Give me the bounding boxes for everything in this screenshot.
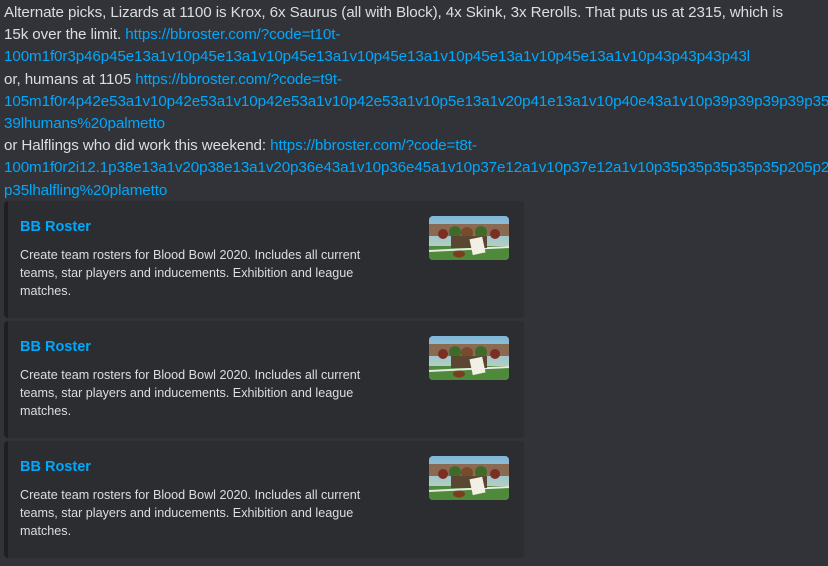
message-line-9: p35lhalfling%20plametto bbox=[4, 180, 824, 202]
message-line-2: 15k over the limit. https://bbroster.com… bbox=[4, 24, 824, 46]
bbroster-link-humans-end[interactable]: 39lhumans%20palmetto bbox=[4, 115, 165, 132]
bbroster-link-humans-cont[interactable]: 105m1f0r4p42e53a1v10p42e53a1v10p42e53a1v… bbox=[4, 93, 828, 110]
message-text: 15k over the limit. bbox=[4, 26, 126, 44]
link-embed: BB Roster Create team rosters for Blood … bbox=[4, 201, 524, 318]
message-line-3: 100m1f0r3p46p45e13a1v10p45e13a1v10p45e13… bbox=[4, 46, 824, 68]
bbroster-link-halflings-end[interactable]: p35lhalfling%20plametto bbox=[4, 182, 167, 199]
link-embed: BB Roster Create team rosters for Blood … bbox=[4, 441, 524, 558]
embed-description: Create team rosters for Blood Bowl 2020.… bbox=[20, 488, 361, 538]
message-line-8: 100m1f0r2i12.1p38e13a1v20p38e13a1v20p36e… bbox=[4, 157, 828, 179]
link-embed: BB Roster Create team rosters for Blood … bbox=[4, 321, 524, 438]
embed-title[interactable]: BB Roster bbox=[20, 458, 91, 476]
chat-message: Alternate picks, Lizards at 1100 is Krox… bbox=[4, 2, 828, 202]
bbroster-link-humans[interactable]: https://bbroster.com/?code=t9t- bbox=[135, 71, 342, 88]
message-line-5: 105m1f0r4p42e53a1v10p42e53a1v10p42e53a1v… bbox=[4, 91, 828, 113]
message-line-1: Alternate picks, Lizards at 1100 is Krox… bbox=[4, 4, 784, 21]
message-text: or Halflings who did work this weekend: bbox=[4, 137, 271, 155]
message-line-4: or, humans at 1105 https://bbroster.com/… bbox=[4, 69, 824, 91]
bbroster-link-halflings-cont[interactable]: 100m1f0r2i12.1p38e13a1v20p38e13a1v20p36e… bbox=[4, 159, 828, 176]
message-line-7: or Halflings who did work this weekend: … bbox=[4, 135, 824, 157]
embed-title[interactable]: BB Roster bbox=[20, 218, 91, 236]
bbroster-link-halflings[interactable]: https://bbroster.com/?code=t8t- bbox=[270, 137, 477, 154]
embed-thumbnail[interactable] bbox=[429, 216, 509, 260]
embed-description: Create team rosters for Blood Bowl 2020.… bbox=[20, 248, 361, 298]
embed-thumbnail[interactable] bbox=[429, 456, 509, 500]
message-text: or, humans at 1105 bbox=[4, 70, 136, 88]
message-line-6: 39lhumans%20palmetto bbox=[4, 113, 824, 135]
bbroster-link-lizards-cont[interactable]: 100m1f0r3p46p45e13a1v10p45e13a1v10p45e13… bbox=[4, 48, 750, 65]
bbroster-link-lizards[interactable]: https://bbroster.com/?code=t10t- bbox=[125, 26, 340, 43]
embed-title[interactable]: BB Roster bbox=[20, 338, 91, 356]
embed-description: Create team rosters for Blood Bowl 2020.… bbox=[20, 368, 361, 418]
embed-thumbnail[interactable] bbox=[429, 336, 509, 380]
